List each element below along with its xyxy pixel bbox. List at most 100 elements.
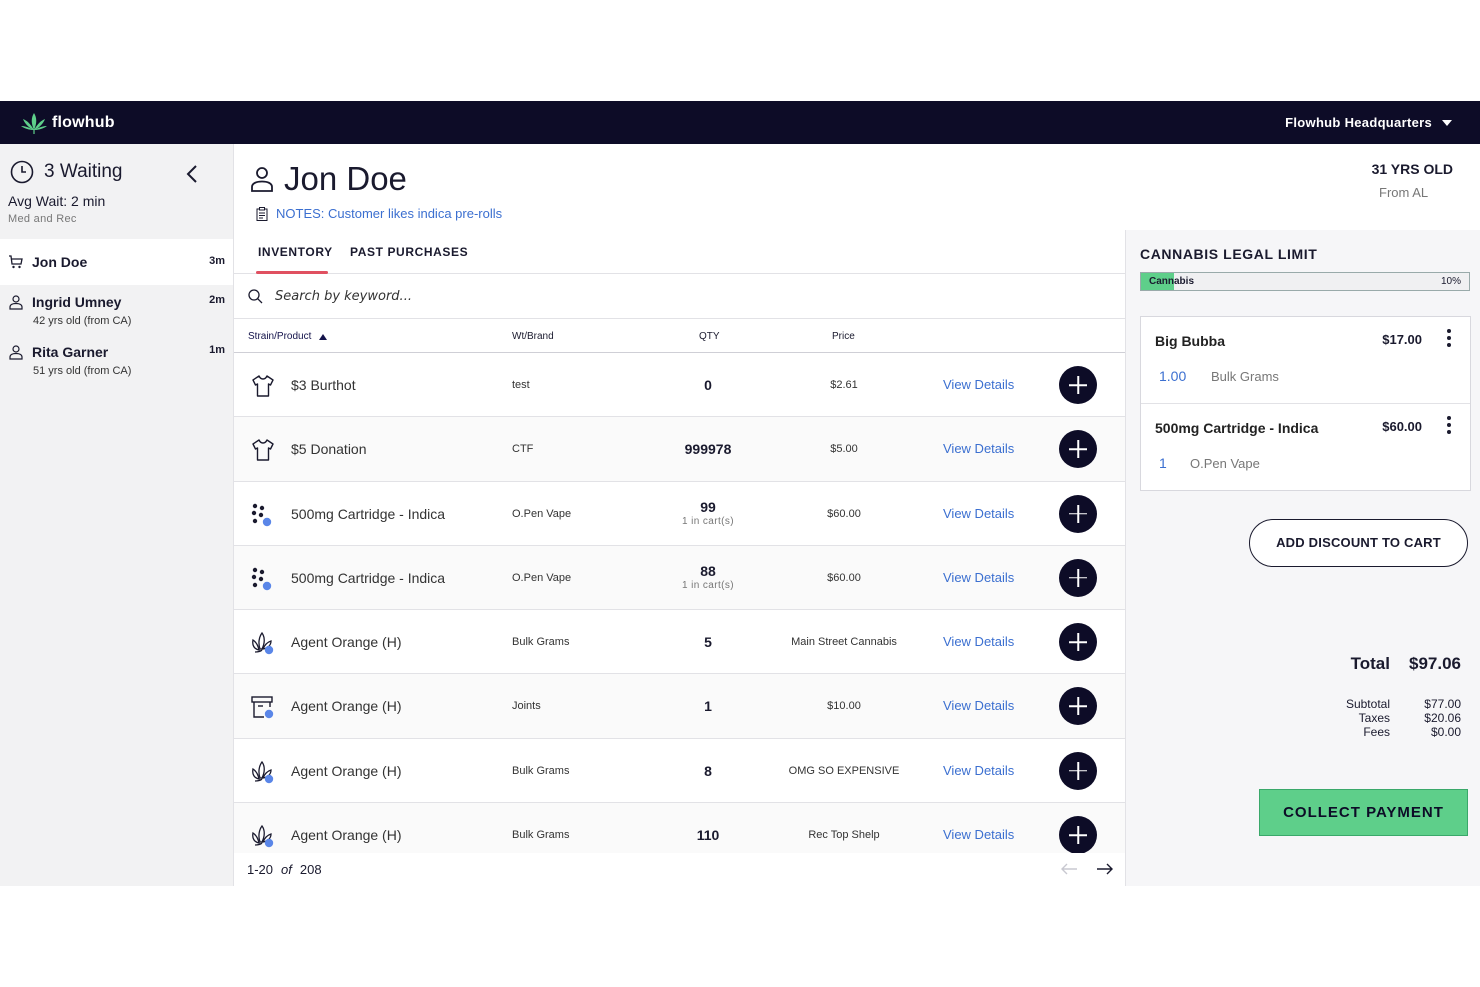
table-row[interactable]: 500mg Cartridge - Indica O.Pen Vape 88 1 in…: [234, 545, 1125, 611]
add-to-cart-button[interactable]: [1059, 558, 1097, 597]
product-price: $10.00: [827, 700, 861, 713]
queue-wait-time: 1m: [209, 344, 225, 356]
subtotal-value: $77.00: [1424, 697, 1461, 711]
arrow-left-icon[interactable]: [1060, 862, 1078, 876]
add-to-cart-button[interactable]: [1059, 687, 1097, 726]
add-to-cart-button[interactable]: [1059, 816, 1097, 853]
queue-customer-name: Ingrid Umney: [32, 294, 122, 310]
shirt-icon: [250, 437, 276, 463]
add-to-cart-button[interactable]: [1059, 430, 1097, 469]
column-header-price[interactable]: Price: [832, 331, 855, 342]
product-price: $60.00: [827, 571, 861, 584]
product-brand: Bulk Grams: [512, 764, 570, 777]
queue-item[interactable]: Jon Doe 3m: [0, 239, 233, 285]
more-vertical-icon[interactable]: [1446, 416, 1452, 436]
product-brand: test: [512, 379, 530, 391]
view-details-link[interactable]: View Details: [943, 634, 1014, 649]
queue-sidebar: 3 Waiting Avg Wait: 2 min Med and Rec Jo…: [0, 144, 234, 886]
queue-customer-info: 51 yrs old (from CA): [33, 365, 132, 377]
view-details-link[interactable]: View Details: [943, 506, 1014, 521]
product-brand: Joints: [512, 700, 541, 713]
tab-past-purchases[interactable]: PAST PURCHASES: [350, 245, 468, 259]
waiting-count: 3 Waiting: [44, 161, 123, 182]
cart-item[interactable]: Big Bubba $17.00 1.00 Bulk Grams: [1141, 317, 1470, 404]
view-details-link[interactable]: View Details: [943, 698, 1014, 713]
store-selector[interactable]: Flowhub Headquarters: [1285, 101, 1452, 144]
product-qty-cell: 99 1 in cart(s): [658, 499, 758, 527]
table-row[interactable]: Agent Orange (H) Joints 1 $10.00 View Detail…: [234, 674, 1125, 739]
queue-wait-time: 2m: [209, 294, 225, 306]
chevron-left-icon[interactable]: [185, 164, 199, 184]
tab-bar: INVENTORY PAST PURCHASES: [234, 230, 1125, 274]
view-details-link[interactable]: View Details: [943, 827, 1014, 842]
table-row[interactable]: 500mg Cartridge - Indica O.Pen Vape 99 1 in…: [234, 481, 1125, 546]
flower-icon: [250, 630, 276, 656]
column-header-brand[interactable]: Wt/Brand: [512, 331, 554, 342]
collect-payment-button[interactable]: COLLECT PAYMENT: [1259, 789, 1468, 836]
product-qty: 99: [700, 498, 716, 515]
add-to-cart-button[interactable]: [1059, 751, 1097, 790]
page-range: 1-20: [247, 862, 274, 877]
taxes-value: $20.06: [1424, 711, 1461, 725]
view-details-link[interactable]: View Details: [943, 441, 1014, 456]
search-input[interactable]: [275, 288, 975, 304]
clipboard-icon: [256, 206, 268, 221]
product-qty: 5: [704, 634, 712, 651]
legal-limit-bar: Cannabis 10%: [1140, 272, 1470, 291]
search-icon: [248, 288, 263, 303]
cart-icon: [9, 255, 23, 269]
more-vertical-icon[interactable]: [1446, 329, 1452, 349]
in-cart-count: 1 in cart(s): [681, 579, 735, 591]
logo[interactable]: flowhub: [20, 111, 115, 135]
queue-item[interactable]: Ingrid Umney 42 yrs old (from CA) 2m: [0, 285, 233, 335]
table-row[interactable]: $3 Burthot test 0 $2.61 View Details: [234, 353, 1125, 418]
shirt-icon: [250, 373, 276, 399]
table-row[interactable]: Agent Orange (H) Bulk Grams 110 Rec Top She…: [234, 803, 1125, 853]
queue-item[interactable]: Rita Garner 51 yrs old (from CA) 1m: [0, 335, 233, 385]
cart-item[interactable]: 500mg Cartridge - Indica $60.00 1 O.Pen …: [1141, 404, 1470, 491]
arrow-right-icon[interactable]: [1096, 862, 1114, 876]
view-details-link[interactable]: View Details: [943, 763, 1014, 778]
person-icon: [251, 167, 273, 192]
product-price: Main Street Cannabis: [791, 636, 897, 649]
cart-item-unit: O.Pen Vape: [1190, 456, 1260, 471]
column-header-product[interactable]: Strain/Product: [248, 331, 328, 342]
add-to-cart-button[interactable]: [1059, 623, 1097, 662]
add-to-cart-button[interactable]: [1059, 366, 1097, 404]
table-row[interactable]: Agent Orange (H) Bulk Grams 5 Main Street C…: [234, 610, 1125, 675]
app-window: flowhub Flowhub Headquarters 3 Waiting A…: [0, 101, 1480, 886]
legal-limit-title: CANNABIS LEGAL LIMIT: [1140, 246, 1318, 262]
total-value: $97.06: [1409, 654, 1461, 673]
queue-customer-info: 42 yrs old (from CA): [33, 315, 132, 327]
product-price: Rec Top Shelp: [808, 829, 880, 842]
sort-up-icon: [319, 333, 328, 340]
product-brand: O.Pen Vape: [512, 571, 572, 584]
leaf-logo-icon: [21, 112, 47, 134]
tab-inventory[interactable]: INVENTORY: [258, 245, 333, 259]
product-name: Agent Orange (H): [291, 634, 402, 651]
clock-icon: [10, 160, 34, 184]
cart-item-qty[interactable]: 1.00: [1159, 368, 1186, 384]
cart-item-name: Big Bubba: [1155, 333, 1225, 349]
product-price: OMG SO EXPENSIVE: [788, 764, 900, 777]
page-total: 208: [299, 862, 322, 877]
table-row[interactable]: $5 Donation CTF 999978 $5.00 View Details: [234, 417, 1125, 482]
product-qty: 1: [704, 698, 712, 715]
column-header-qty[interactable]: QTY: [699, 331, 720, 342]
queue-header: 3 Waiting Avg Wait: 2 min Med and Rec: [0, 144, 233, 239]
product-qty-cell: 0: [658, 377, 758, 393]
customer-notes[interactable]: NOTES: Customer likes indica pre-rolls: [256, 206, 502, 221]
avg-wait: Avg Wait: 2 min: [8, 193, 106, 209]
customer-origin: From AL: [1379, 185, 1429, 200]
product-brand: Bulk Grams: [512, 636, 570, 649]
view-details-link[interactable]: View Details: [943, 570, 1014, 585]
table-row[interactable]: Agent Orange (H) Bulk Grams 8 OMG SO EXPENS…: [234, 738, 1125, 804]
add-to-cart-button[interactable]: [1059, 494, 1097, 533]
store-name: Flowhub Headquarters: [1285, 115, 1432, 130]
add-discount-button[interactable]: ADD DISCOUNT TO CART: [1249, 519, 1468, 567]
product-price: $2.61: [830, 379, 858, 391]
person-icon: [9, 295, 23, 310]
brand-name: flowhub: [52, 113, 115, 131]
cart-item-qty[interactable]: 1: [1159, 455, 1167, 471]
view-details-link[interactable]: View Details: [943, 377, 1014, 392]
